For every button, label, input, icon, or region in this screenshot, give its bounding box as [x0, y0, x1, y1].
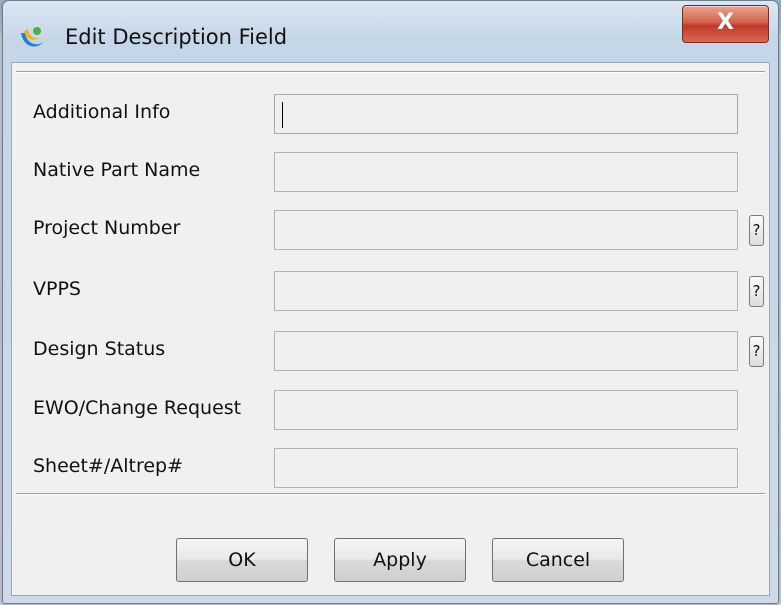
design-status-input[interactable]	[274, 331, 738, 371]
vpps-input[interactable]	[274, 271, 738, 311]
vpps-help-button[interactable]: ?	[749, 276, 764, 307]
project-number-label: Project Number	[33, 217, 181, 239]
apply-button[interactable]: Apply	[334, 538, 466, 582]
project-number-help-button[interactable]: ?	[749, 215, 764, 246]
field-row-ewo-change-request: EWO/Change Request	[12, 390, 769, 432]
field-row-sheet-altrep: Sheet#/Altrep#	[12, 448, 769, 490]
edit-description-dialog: Edit Description Field X Additional Info…	[2, 0, 779, 604]
sheet-altrep-input[interactable]	[274, 448, 738, 488]
app-logo-icon	[17, 23, 47, 53]
bottom-separator	[16, 493, 765, 495]
close-icon: X	[717, 10, 734, 35]
ok-button[interactable]: OK	[176, 538, 308, 582]
design-status-help-button[interactable]: ?	[749, 336, 764, 367]
vpps-label: VPPS	[33, 278, 81, 300]
title-bar[interactable]: Edit Description Field X	[3, 1, 778, 57]
text-cursor	[282, 102, 283, 128]
ewo-change-request-input[interactable]	[274, 390, 738, 430]
native-part-name-label: Native Part Name	[33, 159, 201, 181]
additional-info-label: Additional Info	[33, 101, 171, 123]
field-row-project-number: Project Number ?	[12, 210, 769, 252]
design-status-label: Design Status	[33, 338, 166, 360]
project-number-input[interactable]	[274, 210, 738, 250]
sheet-altrep-label: Sheet#/Altrep#	[33, 455, 184, 477]
dialog-body: Additional Info Native Part Name Project…	[11, 62, 770, 596]
field-row-vpps: VPPS ?	[12, 271, 769, 313]
additional-info-input[interactable]	[274, 94, 738, 134]
field-row-design-status: Design Status ?	[12, 331, 769, 373]
cancel-button[interactable]: Cancel	[492, 538, 624, 582]
top-separator	[16, 71, 765, 73]
ewo-change-request-label: EWO/Change Request	[33, 397, 242, 419]
close-button[interactable]: X	[682, 5, 769, 43]
field-row-additional-info: Additional Info	[12, 94, 769, 136]
field-row-native-part-name: Native Part Name	[12, 152, 769, 194]
window-title: Edit Description Field	[65, 25, 288, 49]
native-part-name-input[interactable]	[274, 152, 738, 192]
